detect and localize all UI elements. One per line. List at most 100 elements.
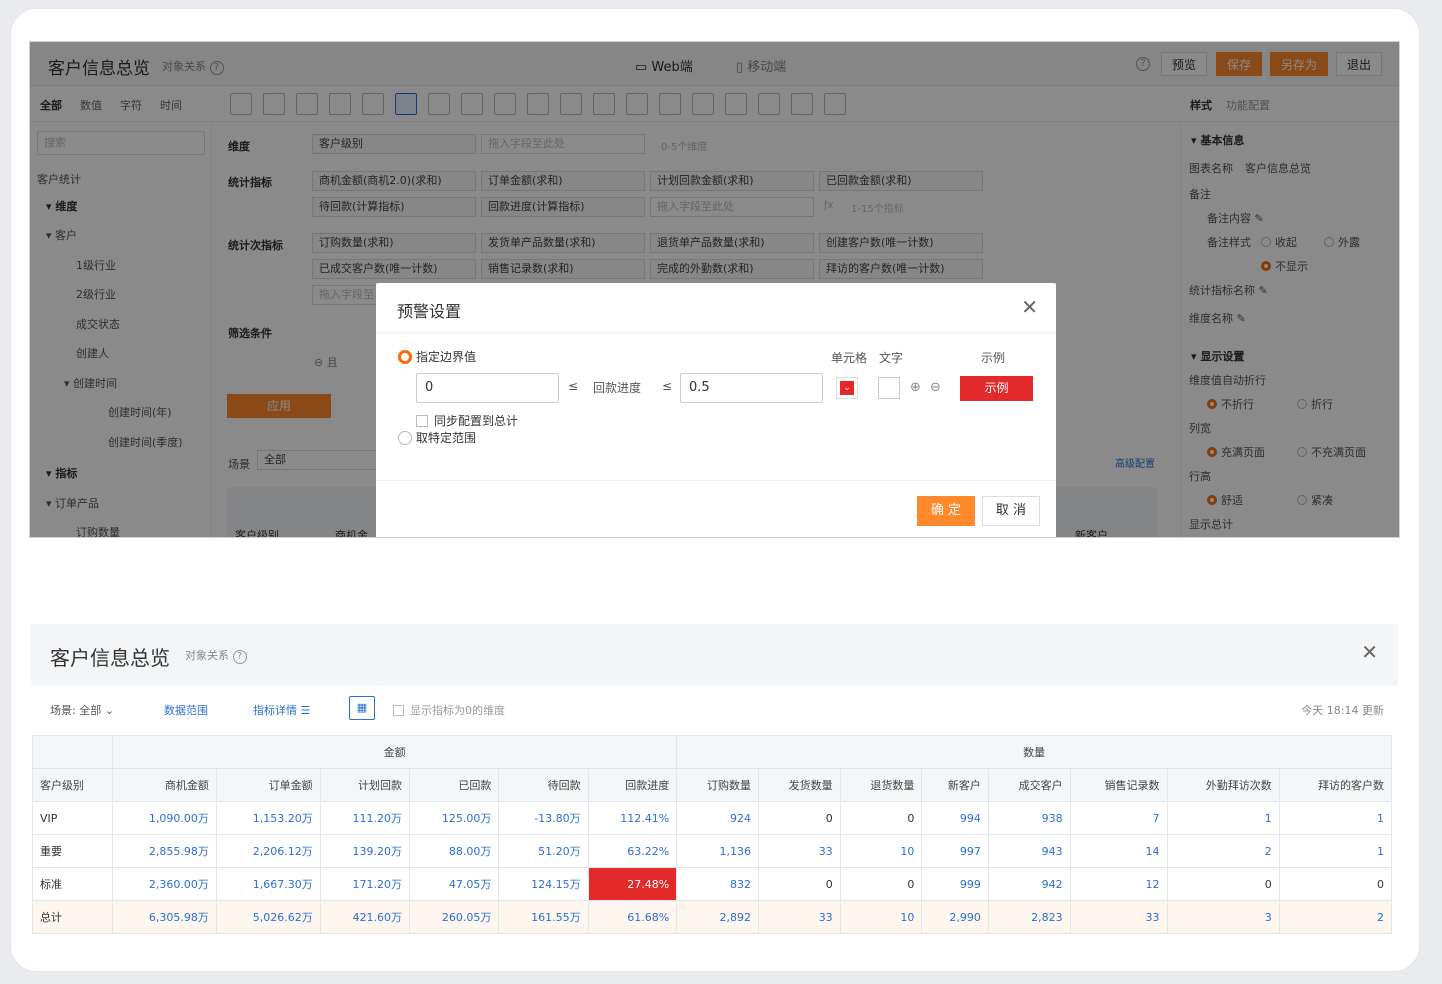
table-cell[interactable]: 61.68% (587, 900, 678, 934)
table-cell[interactable]: 0 (839, 801, 923, 835)
table-cell[interactable]: 51.20万 (498, 834, 589, 868)
table-cell[interactable]: 88.00万 (409, 834, 500, 868)
ok-button[interactable]: 确 定 (917, 496, 975, 526)
add-icon[interactable]: ⊕ (910, 380, 921, 395)
table-cell[interactable]: 0 (1166, 867, 1280, 901)
table-cell[interactable]: 112.41% (587, 801, 678, 835)
table-cell[interactable]: 2,855.98万 (112, 834, 217, 868)
metric-detail-link[interactable]: 指标详情 ☰ (253, 702, 310, 718)
table-cell[interactable]: 1,153.20万 (215, 801, 321, 835)
table-cell[interactable]: 125.00万 (409, 801, 500, 835)
table-cell[interactable]: 421.60万 (319, 900, 411, 934)
cell-color-picker[interactable]: ⌄ (836, 377, 858, 399)
table-cell[interactable]: 832 (676, 867, 759, 901)
table-cell[interactable]: 27.48% (587, 867, 678, 901)
table-cell[interactable]: 重要 (32, 834, 113, 868)
show-zero-checkbox[interactable]: 显示指标为0的维度 (393, 702, 505, 718)
table-cell[interactable]: -13.80万 (498, 801, 589, 835)
scene-selector[interactable]: 场景: 全部 ⌄ (50, 702, 114, 718)
table-cell[interactable]: 10 (839, 834, 923, 868)
col-header[interactable]: 商机金额 (112, 768, 217, 802)
table-cell[interactable]: 171.20万 (319, 867, 411, 901)
table-cell[interactable]: 2 (1278, 900, 1393, 934)
table-cell[interactable]: 260.05万 (409, 900, 500, 934)
table-cell[interactable]: 7 (1069, 801, 1168, 835)
radio-range[interactable]: 取特定范围 (398, 429, 476, 446)
table-cell[interactable]: 6,305.98万 (112, 900, 217, 934)
table-cell[interactable]: 0 (1278, 867, 1393, 901)
table-row: VIP 1,090.00万 1,153.20万 111.20万 125.00万 -13.8… (32, 801, 1393, 835)
table-cell[interactable]: 2 (1166, 834, 1280, 868)
col-header[interactable]: 计划回款 (319, 768, 411, 802)
table-cell[interactable]: 2,823 (987, 900, 1071, 934)
table-cell[interactable]: 997 (921, 834, 989, 868)
table-cell[interactable]: 2,206.12万 (215, 834, 321, 868)
table-cell[interactable]: 0 (757, 801, 841, 835)
remove-icon[interactable]: ⊖ (930, 380, 941, 395)
table-cell[interactable]: 1 (1278, 834, 1393, 868)
table-cell[interactable]: 139.20万 (319, 834, 411, 868)
close-icon[interactable]: ✕ (1021, 295, 1038, 319)
table-cell[interactable]: 1,667.30万 (215, 867, 321, 901)
close-icon[interactable]: ✕ (1361, 640, 1378, 664)
table-cell[interactable]: 994 (921, 801, 989, 835)
table-view-icon[interactable]: ▦ (349, 696, 375, 720)
table-cell[interactable]: 1,090.00万 (112, 801, 217, 835)
alert-settings-dialog: 预警设置 ✕ 指定边界值 单元格 文字 示例 0 ≤ 回款进度 ≤ 0.5 ⌄ … (376, 283, 1056, 537)
table-cell[interactable]: 1 (1278, 801, 1393, 835)
col-header[interactable]: 外勤拜访次数 (1166, 768, 1280, 802)
cancel-button[interactable]: 取 消 (982, 496, 1040, 526)
table-cell[interactable]: 总计 (32, 900, 113, 934)
table-cell[interactable]: VIP (32, 801, 113, 835)
table-cell[interactable]: 33 (757, 834, 841, 868)
table-cell[interactable]: 标准 (32, 867, 113, 901)
radio-boundary[interactable]: 指定边界值 (398, 348, 476, 365)
table-cell[interactable]: 1,136 (676, 834, 759, 868)
table-cell[interactable]: 999 (921, 867, 989, 901)
col-header[interactable]: 销售记录数 (1069, 768, 1168, 802)
col-header[interactable]: 回款进度 (587, 768, 678, 802)
table-cell[interactable]: 10 (839, 900, 923, 934)
table-cell[interactable]: 3 (1166, 900, 1280, 934)
col-header[interactable]: 成交客户 (987, 768, 1071, 802)
col-header[interactable]: 已回款 (409, 768, 500, 802)
data-range-link[interactable]: 数据范围 (164, 702, 208, 718)
col-header[interactable]: 订购数量 (676, 768, 759, 802)
table-cell[interactable]: 47.05万 (409, 867, 500, 901)
col-header[interactable]: 发货数量 (757, 768, 841, 802)
table-cell[interactable]: 942 (987, 867, 1071, 901)
table-cell[interactable]: 2,892 (676, 900, 759, 934)
table-cell[interactable]: 1 (1166, 801, 1280, 835)
sync-total-checkbox[interactable]: 同步配置到总计 (416, 412, 518, 429)
col-header[interactable]: 待回款 (498, 768, 589, 802)
table-row: 重要 2,855.98万 2,206.12万 139.20万 88.00万 51.20万 6… (32, 834, 1393, 868)
table-cell[interactable]: 924 (676, 801, 759, 835)
dialog-title: 预警设置 (397, 302, 462, 321)
table-cell[interactable]: 943 (987, 834, 1071, 868)
table-cell[interactable]: 0 (839, 867, 923, 901)
table-cell[interactable]: 938 (987, 801, 1071, 835)
table-cell[interactable]: 2,990 (921, 900, 989, 934)
table-cell[interactable]: 63.22% (587, 834, 678, 868)
table-cell[interactable]: 0 (757, 867, 841, 901)
col-header[interactable]: 订单金额 (215, 768, 321, 802)
table-cell[interactable]: 12 (1069, 867, 1168, 901)
table-cell[interactable]: 33 (1069, 900, 1168, 934)
col-header[interactable]: 拜访的客户数 (1278, 768, 1393, 802)
text-label: 文字 (879, 351, 904, 365)
col-header[interactable]: 新客户 (921, 768, 989, 802)
relation-link[interactable]: 对象关系 ? (185, 647, 247, 664)
table-cell[interactable]: 124.15万 (498, 867, 589, 901)
max-input[interactable]: 0.5 (680, 373, 823, 403)
col-header[interactable]: 退货数量 (839, 768, 923, 802)
table-cell[interactable]: 33 (757, 900, 841, 934)
min-input[interactable]: 0 (416, 373, 559, 403)
text-color-picker[interactable] (878, 377, 900, 399)
table-cell[interactable]: 5,026.62万 (215, 900, 321, 934)
example-swatch: 示例 (960, 376, 1033, 401)
table-cell[interactable]: 161.55万 (498, 900, 589, 934)
table-cell[interactable]: 2,360.00万 (112, 867, 217, 901)
col-header[interactable]: 客户级别 (32, 768, 113, 802)
table-cell[interactable]: 111.20万 (319, 801, 411, 835)
table-cell[interactable]: 14 (1069, 834, 1168, 868)
